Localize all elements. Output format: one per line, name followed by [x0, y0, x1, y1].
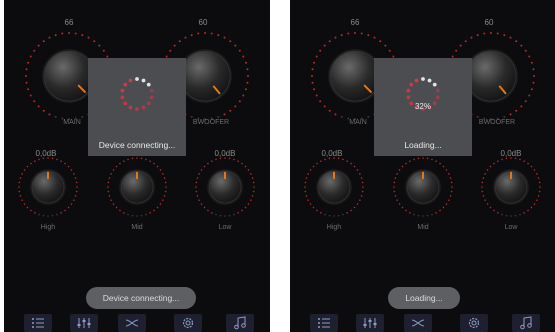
high-eq-knob[interactable] — [15, 154, 81, 220]
high-knob-label: High — [326, 224, 342, 231]
high-knob-label: High — [40, 224, 56, 231]
list-icon — [32, 318, 44, 328]
nav-settings-button[interactable] — [174, 314, 202, 332]
progress-percent: 32% — [414, 102, 431, 111]
mid-eq-knob[interactable] — [390, 154, 456, 220]
music-note-icon — [234, 316, 246, 330]
list-icon — [318, 318, 330, 328]
nav-crossover-button[interactable] — [118, 314, 146, 332]
subwoofer-knob-label: BWOOFER — [192, 119, 230, 126]
bottom-nav — [4, 308, 270, 332]
subwoofer-knob-label: BWOOFER — [478, 119, 516, 126]
nav-equalizer-button[interactable] — [356, 314, 384, 332]
low-knob-label: Low — [218, 224, 232, 231]
phone-screen-loading: 66 60 MAIN BWOOFER 0,0dB 0,0dB High Mid … — [290, 0, 555, 332]
equalizer-icon — [363, 318, 377, 328]
bottom-nav — [290, 308, 555, 332]
toast-message: Loading... — [388, 287, 460, 309]
dialog-message: Device connecting... — [98, 140, 176, 150]
mid-knob-label: Mid — [131, 224, 143, 231]
settings-icon — [468, 317, 480, 329]
low-eq-knob[interactable] — [192, 154, 258, 220]
phone-screen-connecting: 66 60 MAIN BWOOFER 0,0dB 0,0dB High Mid … — [4, 0, 270, 332]
crossover-icon — [125, 319, 139, 327]
equalizer-icon — [77, 318, 91, 328]
high-eq-knob[interactable] — [301, 154, 367, 220]
nav-music-button[interactable] — [226, 314, 254, 332]
settings-icon — [182, 317, 194, 329]
connecting-dialog: Device connecting... — [88, 58, 186, 156]
nav-list-button[interactable] — [310, 314, 338, 332]
mid-knob-label: Mid — [417, 224, 429, 231]
nav-crossover-button[interactable] — [404, 314, 432, 332]
loading-dialog: 32% Loading... — [374, 58, 472, 156]
low-eq-knob[interactable] — [478, 154, 544, 220]
dialog-message: Loading... — [404, 140, 442, 150]
crossover-icon — [411, 319, 425, 327]
loading-spinner-icon — [120, 77, 154, 111]
nav-list-button[interactable] — [24, 314, 52, 332]
music-note-icon — [520, 316, 532, 330]
mid-eq-knob[interactable] — [104, 154, 170, 220]
toast-message: Device connecting... — [86, 287, 196, 309]
nav-settings-button[interactable] — [460, 314, 488, 332]
nav-equalizer-button[interactable] — [70, 314, 98, 332]
low-knob-label: Low — [504, 224, 518, 231]
nav-music-button[interactable] — [512, 314, 540, 332]
